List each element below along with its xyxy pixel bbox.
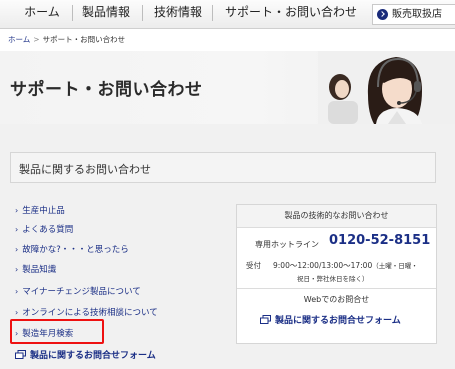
chevron-right-icon: › [15, 206, 19, 215]
inquiry-form-link[interactable]: 製品に関するお問合せフォーム [15, 348, 156, 361]
nav-separator [72, 5, 73, 21]
link-faq[interactable]: › よくある質問 [15, 223, 73, 235]
chevron-right-icon: › [15, 308, 19, 317]
business-hours: 受付 9:00～12:00/13:00～17:00（土曜・日曜・ [246, 260, 418, 271]
dealer-button[interactable]: 販売取扱店 [372, 4, 455, 25]
link-online-consult[interactable]: › オンラインによる技術相談について [15, 306, 158, 318]
hotline-number[interactable]: 0120-52-8151 [329, 233, 430, 248]
breadcrumb: ホーム > サポート・お問い合わせ [8, 34, 125, 45]
chevron-right-icon: › [15, 265, 19, 274]
nav-support[interactable]: サポート・お問い合わせ [220, 0, 362, 28]
link-discontinued[interactable]: › 生産中止品 [15, 204, 65, 216]
hours-label: 受付 [246, 261, 261, 270]
link-label: 故障かな?・・・と思ったら [22, 245, 129, 255]
link-product-knowledge[interactable]: › 製品知識 [15, 263, 56, 275]
link-minor-change[interactable]: › マイナーチェンジ製品について [15, 285, 141, 297]
nav-products[interactable]: 製品情報 [78, 0, 134, 28]
inquiry-section-header: 製品に関するお問い合わせ [10, 152, 436, 183]
external-window-icon [15, 350, 26, 359]
panel-heading: 製品の技術的なお問い合わせ [237, 205, 436, 228]
chevron-right-icon: › [15, 225, 19, 234]
external-window-icon [260, 315, 271, 324]
hero-banner: サポート・お問い合わせ [0, 51, 455, 124]
chevron-right-icon: › [15, 287, 19, 296]
link-label: よくある質問 [22, 225, 74, 235]
highlight-box [10, 319, 104, 344]
nav-technical[interactable]: 技術情報 [148, 0, 208, 28]
operator-photo [318, 51, 455, 124]
link-troubleshoot[interactable]: › 故障かな?・・・と思ったら [15, 243, 129, 255]
inquiry-title: 製品に関するお問い合わせ [19, 163, 151, 176]
nav-separator [212, 5, 213, 21]
top-navigation: ホーム 製品情報 技術情報 サポート・お問い合わせ 販売取扱店 [0, 0, 455, 29]
page-title: サポート・お問い合わせ [10, 80, 203, 100]
panel-divider [237, 288, 436, 289]
hours-value: 9:00～12:00/13:00～17:00 [273, 261, 373, 270]
web-inquiry-form-label: 製品に関するお問合せフォーム [275, 316, 401, 326]
nav-home[interactable]: ホーム [14, 0, 70, 28]
breadcrumb-separator: > [33, 35, 40, 44]
inquiry-form-link-label: 製品に関するお問合せフォーム [30, 351, 156, 361]
hours-note-continued: 祝日・弊社休日を除く） [297, 275, 369, 283]
breadcrumb-current: サポート・お問い合わせ [42, 35, 126, 44]
dealer-label: 販売取扱店 [392, 9, 442, 20]
link-label: マイナーチェンジ製品について [22, 287, 141, 297]
hotline-label: 専用ホットライン [255, 240, 319, 249]
arrow-circle-icon [377, 9, 388, 20]
web-inquiry-label: Webでのお問合せ [303, 295, 370, 304]
contact-panel: 製品の技術的なお問い合わせ 専用ホットライン 0120-52-8151 受付 9:… [236, 204, 437, 344]
hours-note: （土曜・日曜・ [372, 262, 418, 270]
nav-separator [142, 5, 143, 21]
link-label: オンラインによる技術相談について [22, 308, 158, 318]
chevron-right-icon: › [15, 245, 19, 254]
breadcrumb-home[interactable]: ホーム [8, 35, 30, 44]
link-label: 生産中止品 [22, 206, 65, 216]
link-label: 製品知識 [22, 265, 57, 275]
web-inquiry-form-link[interactable]: 製品に関するお問合せフォーム [260, 313, 401, 326]
